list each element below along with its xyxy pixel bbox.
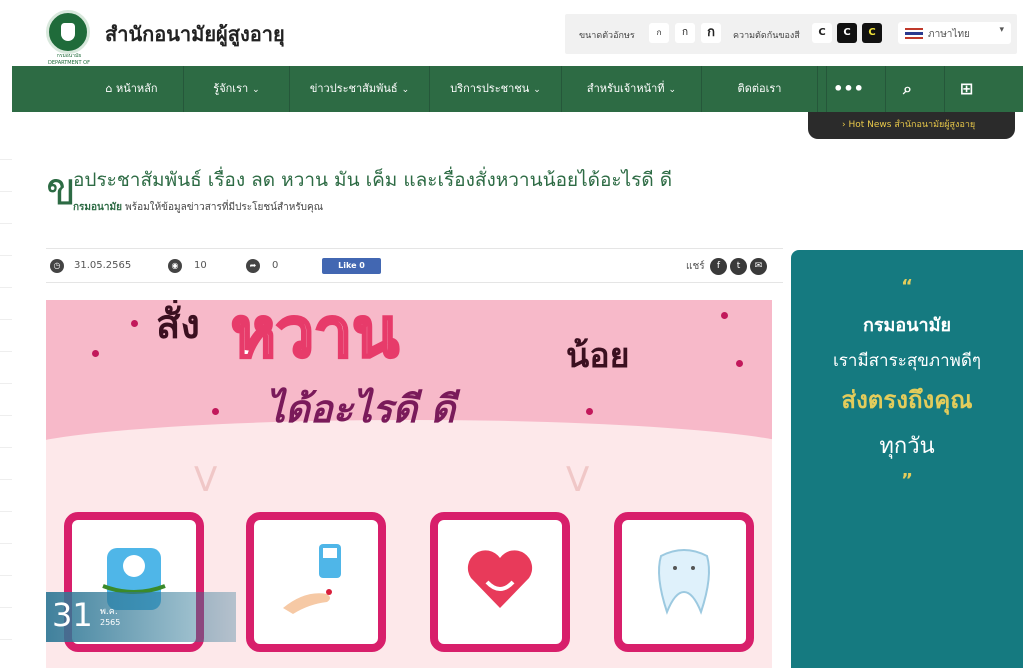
sidebar-line-3: ส่งตรงถึงคุณ (841, 386, 973, 414)
department-logo-icon[interactable] (46, 10, 90, 54)
search-button[interactable]: ⌕ (885, 66, 929, 112)
left-edge-decoration (0, 128, 12, 668)
search-icon: ⌕ (903, 79, 912, 98)
chevron-down-icon: ⌄ (252, 85, 260, 95)
nav-item-about[interactable]: รู้จักเรา ⌄ (184, 66, 290, 112)
hot-news-ticker[interactable]: › Hot News สำนักอนามัยผู้สูงอายุ (808, 112, 1015, 139)
chevron-down-icon: V (566, 460, 590, 500)
hero-text-dai: ได้อะไรดี ดี (266, 387, 456, 431)
font-size-small-button[interactable]: ก (649, 23, 669, 43)
nav-item-label: ข่าวประชาสัมพันธ์ (309, 82, 398, 95)
contrast-normal-button[interactable]: C (812, 23, 832, 43)
article-hero-image: สั่ง หวาน น้อย ได้อะไรดี ดี V V 31 พ.ค. … (46, 300, 772, 668)
sidebar-line-4: ทุกวัน (879, 434, 935, 459)
email-share-icon[interactable]: ✉ (750, 258, 767, 275)
heart-icon (467, 550, 533, 608)
decor-dot (131, 320, 138, 327)
nav-item-label: รู้จักเรา (213, 82, 249, 95)
main-nav: ⌂ หน้าหลัก รู้จักเรา ⌄ ข่าวประชาสัมพันธ์ ⌄… (12, 66, 1023, 112)
view-count: 10 (194, 260, 207, 271)
glucose-meter-icon (283, 544, 341, 614)
glucose-card (246, 512, 386, 652)
more-menu-button[interactable]: ••• (826, 66, 870, 112)
title-lead-letter: ข (46, 164, 77, 215)
language-select[interactable]: ภาษาไทย ▾ (898, 22, 1011, 44)
nav-item-label: สำหรับเจ้าหน้าที่ (586, 82, 665, 95)
decor-dot (736, 360, 743, 367)
date-badge: 31 พ.ค. 2565 (46, 592, 236, 642)
language-label: ภาษาไทย (928, 29, 970, 40)
home-icon: ⌂ (105, 82, 113, 95)
sidebar-promo-panel: “ กรมอนามัย เรามีสาระสุขภาพดีๆ ส่งตรงถึง… (791, 250, 1023, 668)
quote-open-icon: “ (901, 276, 913, 297)
sitemap-button[interactable]: ⊞ (944, 66, 988, 112)
share-label: แชร์ (686, 261, 705, 272)
contrast-label: ความตัดกันของสี (733, 31, 800, 41)
accessibility-toolbar: ขนาดตัวอักษร ก ก ก ความตัดกันของสี C C C… (565, 14, 1017, 54)
share-count: 0 (272, 260, 279, 271)
clock-icon: ◷ (50, 259, 64, 273)
facebook-like-button[interactable]: Like 0 (322, 258, 381, 274)
twitter-share-icon[interactable]: t (730, 258, 747, 275)
nav-item-home[interactable]: ⌂ หน้าหลัก (80, 66, 184, 112)
date-month: พ.ค. (100, 607, 118, 617)
nav-item-staff[interactable]: สำหรับเจ้าหน้าที่ ⌄ (562, 66, 702, 112)
date-day: 31 (52, 596, 93, 634)
subtitle-source: กรมอนามัย (73, 202, 122, 213)
quote-close-icon: ” (901, 470, 913, 491)
site-header: กรมอนามัย DEPARTMENT OF HEALTH สำนักอนาม… (0, 0, 1023, 72)
hero-text-wan: หวาน (230, 300, 401, 375)
chevron-down-icon: V (194, 460, 218, 500)
decor-dot (212, 408, 219, 415)
eye-icon: ◉ (168, 259, 182, 273)
date-year: 2565 (100, 618, 121, 627)
decor-dot (92, 350, 99, 357)
contrast-yellow-button[interactable]: C (862, 23, 882, 43)
facebook-share-icon[interactable]: f (710, 258, 727, 275)
decor-dot (586, 408, 593, 415)
sitemap-icon: ⊞ (959, 79, 974, 98)
article-date: 31.05.2565 (74, 260, 132, 271)
page-title: อประชาสัมพันธ์ เรื่อง ลด หวาน มัน เค็ม แ… (73, 169, 673, 191)
sidebar-org-name: กรมอนามัย (862, 315, 952, 336)
subtitle-text: พร้อมให้ข้อมูลข่าวสารที่มีประโยชน์สำหรับ… (125, 202, 324, 213)
heart-card (430, 512, 570, 652)
thai-flag-icon (905, 28, 923, 39)
nav-item-contact[interactable]: ติดต่อเรา (702, 66, 818, 112)
hero-text-sung: สั่ง (156, 302, 200, 348)
chevron-down-icon: ⌄ (668, 85, 677, 95)
tooth-icon (658, 549, 710, 615)
nav-item-label: หน้าหลัก (115, 82, 158, 95)
nav-item-news[interactable]: ข่าวประชาสัมพันธ์ ⌄ (290, 66, 430, 112)
nav-item-services[interactable]: บริการประชาชน ⌄ (430, 66, 562, 112)
contrast-dark-button[interactable]: C (837, 23, 857, 43)
page-subtitle: กรมอนามัย พร้อมให้ข้อมูลข่าวสารที่มีประโ… (73, 200, 323, 215)
decor-dot (721, 312, 728, 319)
chevron-down-icon: ▾ (999, 25, 1004, 35)
sidebar-line-2: เรามีสาระสุขภาพดีๆ (832, 351, 981, 371)
chevron-down-icon: ⌄ (533, 85, 541, 95)
hero-text-noi: น้อย (566, 336, 630, 376)
hot-news-text: Hot News สำนักอนามัยผู้สูงอายุ (848, 120, 976, 130)
nav-item-label: บริการประชาชน (450, 82, 530, 95)
site-title[interactable]: สำนักอนามัยผู้สูงอายุ (105, 18, 285, 50)
chevron-down-icon: ⌄ (401, 85, 410, 95)
font-size-medium-button[interactable]: ก (675, 23, 695, 43)
article-meta-bar: ◷ 31.05.2565 ◉ 10 ➦ 0 Like 0 แชร์ f t ✉ (46, 248, 783, 283)
font-size-large-button[interactable]: ก (701, 23, 721, 43)
font-size-label: ขนาดตัวอักษร (579, 31, 635, 41)
share-arrow-icon: ➦ (246, 259, 260, 273)
nav-item-label: ติดต่อเรา (737, 82, 782, 95)
tooth-card (614, 512, 754, 652)
